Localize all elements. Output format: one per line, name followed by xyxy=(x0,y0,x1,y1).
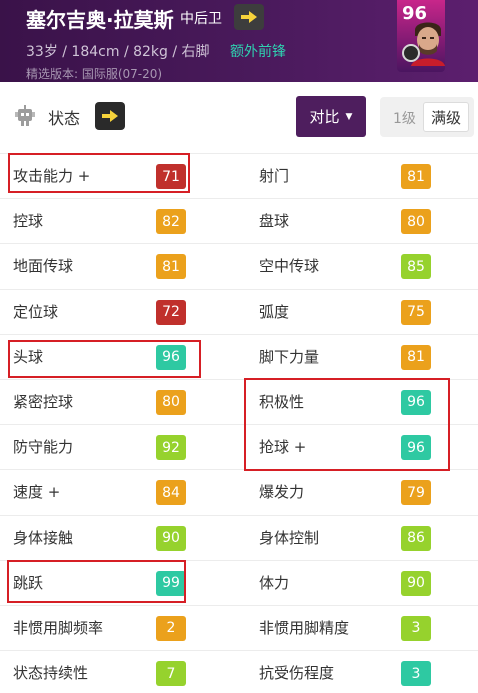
highlight-box-jump xyxy=(7,560,186,603)
stat-name: 非惯用脚精度 xyxy=(259,618,350,637)
player-position: 中后卫 xyxy=(180,11,222,27)
stat-value-badge: 92 xyxy=(156,435,186,461)
stat-value-badge: 86 xyxy=(401,525,431,551)
stat-row: 身体接触 90 身体控制 86 xyxy=(0,514,478,560)
stat-value-badge: 7 xyxy=(156,661,186,687)
stat-name: 身体接触 xyxy=(13,528,74,547)
stat-value-badge: 79 xyxy=(401,480,431,506)
compare-button[interactable]: 对比 ▼ xyxy=(296,96,366,137)
stat-name: 抗受伤程度 xyxy=(259,664,335,683)
stat-name: 空中传球 xyxy=(259,257,320,276)
level-max-option[interactable]: 满级 xyxy=(423,102,469,132)
arrow-right-icon xyxy=(102,110,118,122)
stat-value-badge: 3 xyxy=(401,661,431,687)
stat-value-badge: 90 xyxy=(401,570,431,596)
stat-name: 紧密控球 xyxy=(13,392,74,411)
stat-value-badge: 81 xyxy=(156,254,186,280)
stat-value-badge: 81 xyxy=(401,164,431,189)
stat-value-badge: 84 xyxy=(156,480,186,506)
stat-name: 爆发力 xyxy=(259,483,305,502)
stat-row: 非惯用脚频率 2 非惯用脚精度 3 xyxy=(0,604,478,650)
compare-label: 对比 xyxy=(309,108,340,126)
stat-name: 防守能力 xyxy=(13,438,74,457)
stat-row: 控球 82 盘球 80 xyxy=(0,198,478,243)
caret-down-icon: ▼ xyxy=(345,111,353,122)
stat-row: 速度 + 84 爆发力 79 xyxy=(0,469,478,514)
player-card[interactable]: 96 xyxy=(397,0,445,72)
stat-value-badge: 81 xyxy=(401,344,431,370)
stat-name: 状态持续性 xyxy=(13,664,89,683)
stat-row: 地面传球 81 空中传球 85 xyxy=(0,243,478,288)
stat-name: 速度 + xyxy=(13,483,61,502)
level-1-option[interactable]: 1级 xyxy=(393,108,416,128)
position-arrow-button[interactable] xyxy=(234,4,264,30)
stat-name: 控球 xyxy=(13,212,44,231)
stat-name: 弧度 xyxy=(259,302,290,321)
team-badge-icon xyxy=(402,44,420,62)
stat-value-badge: 72 xyxy=(156,299,186,325)
extra-position[interactable]: 额外前锋 xyxy=(230,41,286,61)
player-bio: 33岁 / 184cm / 82kg / 右脚 xyxy=(26,44,210,60)
stat-value-badge: 3 xyxy=(401,615,431,641)
stat-name: 身体控制 xyxy=(259,528,320,547)
stat-value-badge: 85 xyxy=(401,254,431,280)
stat-name: 非惯用脚频率 xyxy=(13,618,104,637)
version-label: 精选版本: 国际服(07-20) xyxy=(26,67,163,81)
player-name: 塞尔吉奥·拉莫斯 xyxy=(26,8,174,32)
status-label: 状态 xyxy=(48,109,81,128)
stat-name: 盘球 xyxy=(259,212,290,231)
highlight-box-aggression-tackling xyxy=(244,378,450,471)
arrow-right-icon xyxy=(241,11,257,23)
stat-name: 地面传球 xyxy=(13,257,74,276)
stat-value-badge: 90 xyxy=(156,525,186,551)
stat-name: 定位球 xyxy=(13,302,59,321)
stat-value-badge: 80 xyxy=(156,389,186,415)
robot-status-icon xyxy=(15,105,35,126)
highlight-box-offensive xyxy=(8,153,190,193)
stat-value-badge: 82 xyxy=(156,209,186,235)
stat-name: 射门 xyxy=(259,167,290,185)
stat-value-badge: 2 xyxy=(156,615,186,641)
status-arrow-button[interactable] xyxy=(95,102,125,130)
stat-value-badge: 75 xyxy=(401,299,431,325)
highlight-box-heading xyxy=(8,340,201,378)
stat-row: 定位球 72 弧度 75 xyxy=(0,288,478,334)
stat-value-badge: 80 xyxy=(401,209,431,235)
player-header: 塞尔吉奥·拉莫斯 中后卫 33岁 / 184cm / 82kg / 右脚 额外前… xyxy=(0,0,478,82)
stat-name: 体力 xyxy=(259,573,290,592)
stat-name: 脚下力量 xyxy=(259,347,320,366)
stat-row: 状态持续性 7 抗受伤程度 3 xyxy=(0,650,478,693)
